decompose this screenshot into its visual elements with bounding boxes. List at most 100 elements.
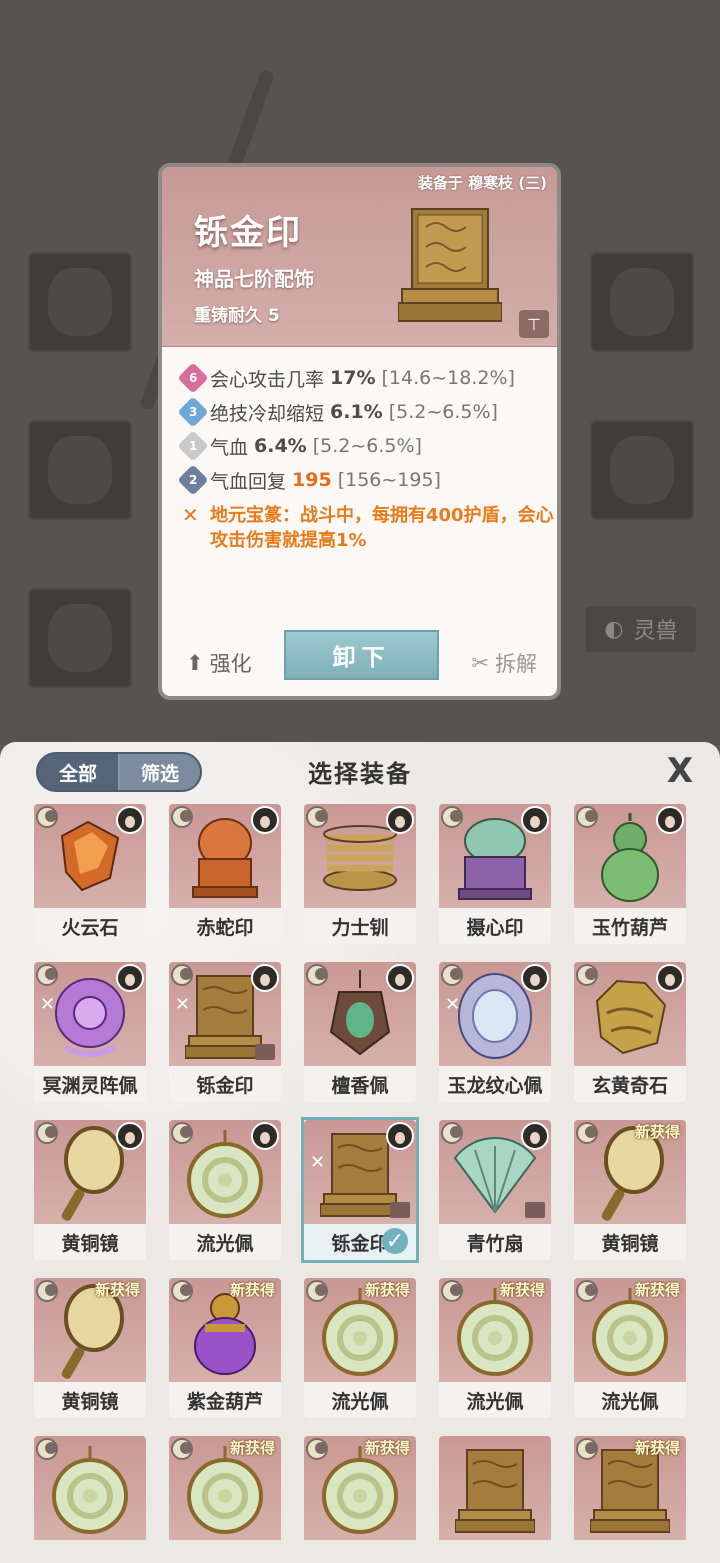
stat-name: 气血回复 xyxy=(210,470,287,493)
close-button[interactable]: X xyxy=(662,754,698,790)
equipment-image: 新获得 xyxy=(304,1278,416,1382)
equipment-tile[interactable]: 新获得 xyxy=(169,1436,281,1563)
stat-badge-icon: 3 xyxy=(177,396,209,428)
item-art-icon xyxy=(54,1124,126,1224)
equipment-image: 新获得 xyxy=(304,1436,416,1540)
character-avatar xyxy=(116,1122,144,1150)
equipment-image: 新获得 xyxy=(34,1278,146,1382)
equipment-tile[interactable]: 新获得 xyxy=(304,1436,416,1563)
lock-icon xyxy=(390,1202,410,1218)
character-avatar xyxy=(251,964,279,992)
stat-value: 17% xyxy=(330,367,376,389)
strengthen-button[interactable]: ⬆ 强化 xyxy=(186,648,252,678)
equipment-image: 新获得 xyxy=(574,1436,686,1540)
character-avatar xyxy=(656,806,684,834)
stat-row: 1 气血 6.4% [5.2~6.5%] xyxy=(177,429,557,463)
new-badge: 新获得 xyxy=(364,1439,410,1457)
equipment-tile[interactable]: 赤蛇印 xyxy=(169,804,281,944)
stat-badge-icon: 2 xyxy=(177,464,209,496)
new-badge: 新获得 xyxy=(364,1281,410,1299)
equipment-tile[interactable]: 檀香佩 xyxy=(304,962,416,1102)
character-avatar xyxy=(521,964,549,992)
dismantle-button[interactable]: ✂ 拆解 xyxy=(471,648,537,678)
equipment-tile[interactable]: ✕ 冥渊灵阵佩 xyxy=(34,962,146,1102)
equipment-image xyxy=(304,962,416,1066)
equipment-tile[interactable] xyxy=(439,1436,551,1563)
character-avatar xyxy=(386,964,414,992)
character-avatar xyxy=(251,1122,279,1150)
item-name: 铄金印 xyxy=(194,213,302,253)
golden-seal-image xyxy=(398,208,502,322)
equipment-image: 新获得 xyxy=(574,1120,686,1224)
beast-tab-label: 灵兽 xyxy=(633,619,678,644)
new-badge: 新获得 xyxy=(229,1281,275,1299)
equipment-tile[interactable]: 新获得 流光佩 xyxy=(439,1278,551,1418)
moon-icon xyxy=(576,1438,598,1460)
background-slot xyxy=(28,420,132,520)
stat-badge-icon: 1 xyxy=(177,430,209,462)
equipment-tile[interactable]: 新获得 流光佩 xyxy=(574,1278,686,1418)
stat-name: 会心攻击几率 xyxy=(210,368,325,391)
equipment-tile[interactable]: 摄心印 xyxy=(439,804,551,944)
stat-name: 绝技冷却缩短 xyxy=(210,402,325,425)
equipment-tile[interactable]: ✕ 铄金印 xyxy=(169,962,281,1102)
equipment-tile[interactable]: 新获得 黄铜镜 xyxy=(574,1120,686,1260)
equipment-image: ✕ xyxy=(169,962,281,1066)
special-effect-text: 地元宝篆：战斗中，每拥有400护盾，会心攻击伤害就提高1% xyxy=(210,505,554,551)
equipment-image xyxy=(304,804,416,908)
background-slot xyxy=(590,252,694,352)
equipment-tile[interactable]: 黄铜镜 xyxy=(34,1120,146,1260)
character-avatar xyxy=(521,1122,549,1150)
strengthen-label: 强化 xyxy=(209,652,252,676)
equipment-tile[interactable]: 青竹扇 xyxy=(439,1120,551,1260)
equipment-name: 赤蛇印 xyxy=(169,908,281,944)
check-icon: ✓ xyxy=(382,1228,408,1254)
equipment-tile[interactable]: 新获得 黄铜镜 xyxy=(34,1278,146,1418)
dismantle-label: 拆解 xyxy=(495,652,537,676)
item-grade: 神品七阶配饰 xyxy=(194,267,314,291)
lock-icon xyxy=(525,1202,545,1218)
equipment-tile[interactable]: 玉竹葫芦 xyxy=(574,804,686,944)
equipment-tile[interactable]: 新获得 xyxy=(574,1436,686,1563)
moon-icon xyxy=(36,1438,58,1460)
moon-icon xyxy=(36,964,58,986)
item-art-icon xyxy=(588,1286,672,1382)
equipment-tile[interactable]: 玄黄奇石 xyxy=(574,962,686,1102)
equipment-tile[interactable]: ✕ 铄金印 ✓ xyxy=(301,1117,419,1263)
item-art-icon xyxy=(453,1286,537,1382)
equipment-tile[interactable]: 新获得 流光佩 xyxy=(304,1278,416,1418)
character-avatar xyxy=(386,806,414,834)
equipment-image xyxy=(439,1120,551,1224)
character-avatar xyxy=(386,1122,414,1150)
moon-icon xyxy=(576,964,598,986)
equipment-name: 玄黄奇石 xyxy=(574,1066,686,1102)
equipment-image xyxy=(34,1436,146,1540)
equipment-image xyxy=(574,962,686,1066)
unequip-button[interactable]: 卸下 xyxy=(284,630,439,680)
equipment-tile[interactable] xyxy=(34,1436,146,1563)
equipment-tile[interactable]: ✕ 玉龙纹心佩 xyxy=(439,962,551,1102)
equipment-tile[interactable]: 火云石 xyxy=(34,804,146,944)
detail-header: 装备于 穆寒枝 (三) 铄金印 神品七阶配饰 重铸耐久 5 ⊤ xyxy=(162,167,557,347)
equipment-name: 冥渊灵阵佩 xyxy=(34,1066,146,1102)
equipment-name: 流光佩 xyxy=(574,1382,686,1418)
equipment-name: 青竹扇 xyxy=(439,1224,551,1260)
moon-icon xyxy=(576,1122,598,1144)
chain-link-icon: ✕ xyxy=(175,994,191,1015)
equipment-tile[interactable]: 新获得 紫金葫芦 xyxy=(169,1278,281,1418)
equipment-tile[interactable]: 力士钏 xyxy=(304,804,416,944)
equipment-image xyxy=(169,1120,281,1224)
equipment-tile[interactable]: 流光佩 xyxy=(169,1120,281,1260)
equipment-name: 流光佩 xyxy=(169,1224,281,1260)
equipment-image xyxy=(574,804,686,908)
special-effect: ✕ 地元宝篆：战斗中，每拥有400护盾，会心攻击伤害就提高1% xyxy=(182,503,557,553)
stat-badge-icon: 6 xyxy=(177,362,209,394)
equipment-image: 新获得 xyxy=(169,1436,281,1540)
lock-icon[interactable]: ⊤ xyxy=(519,310,549,338)
item-art-icon xyxy=(318,1286,402,1382)
arrow-up-icon: ⬆ xyxy=(186,651,204,675)
moon-icon xyxy=(171,806,193,828)
new-badge: 新获得 xyxy=(634,1439,680,1457)
moon-icon xyxy=(576,1280,598,1302)
equipment-name: 火云石 xyxy=(34,908,146,944)
